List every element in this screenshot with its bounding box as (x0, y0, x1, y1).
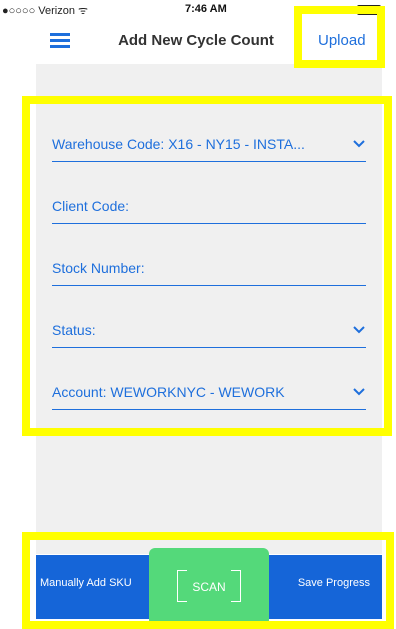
bottom-bar-highlight-box (22, 532, 394, 629)
page-title: Add New Cycle Count (118, 32, 274, 49)
carrier-signal: ●○○○○ Verizon ᯤ (2, 5, 89, 17)
status-time: 7:46 AM (185, 3, 227, 15)
form-highlight-box (22, 96, 392, 436)
upload-highlight-box (294, 6, 385, 68)
menu-icon[interactable] (50, 33, 70, 49)
